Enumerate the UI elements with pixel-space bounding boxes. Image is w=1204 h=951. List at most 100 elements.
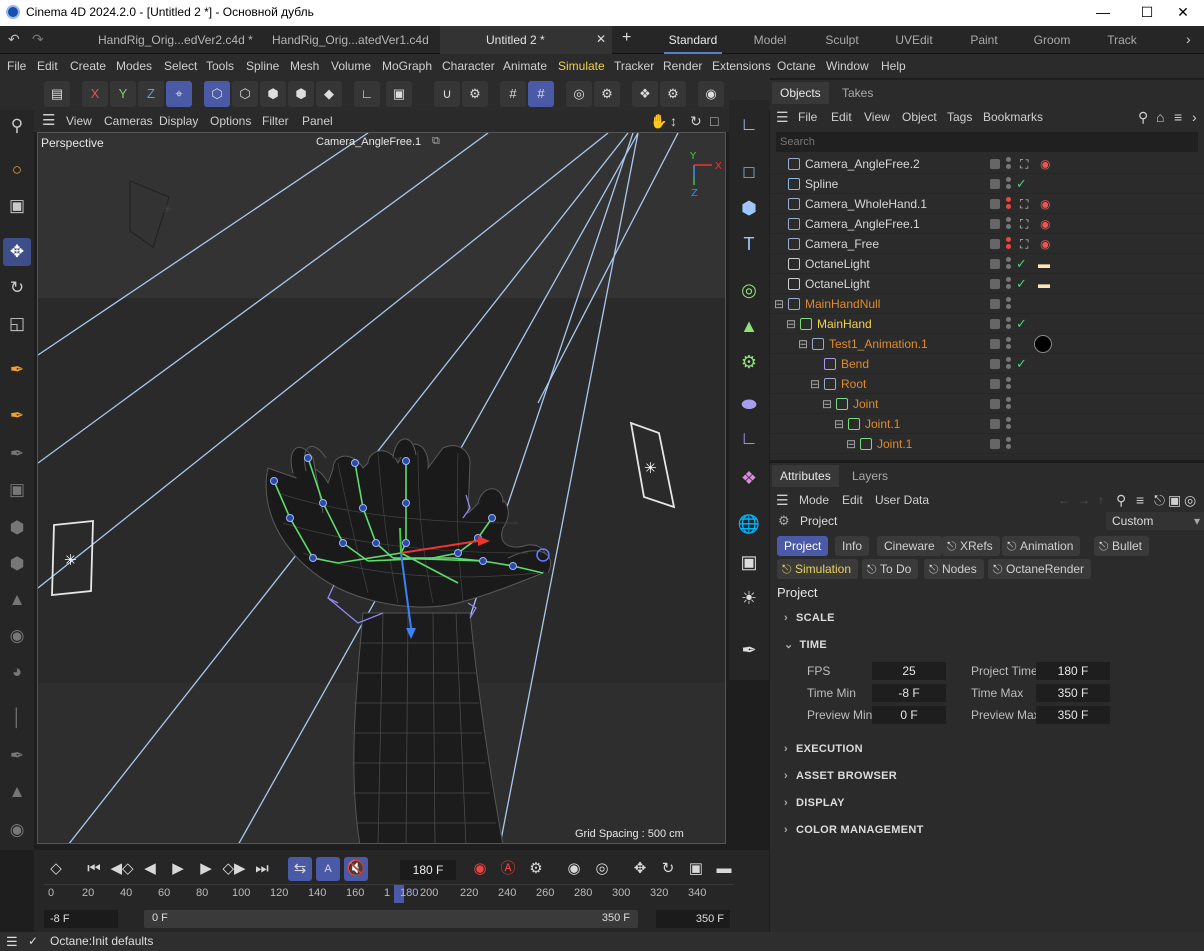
auto-key-mode-icon[interactable]: A (316, 857, 340, 881)
viewport-menu-display[interactable]: Display (159, 110, 198, 132)
time-min-field[interactable]: -8 F (872, 684, 946, 702)
box-select-icon[interactable]: ▣ (3, 192, 31, 220)
edit-tool-icon[interactable]: ✒ (733, 634, 765, 666)
time-max-field[interactable]: 350 F (1036, 684, 1110, 702)
polygons-mode-icon[interactable]: ⬢ (288, 81, 314, 107)
deformer-icon[interactable]: ⬬ (733, 388, 765, 420)
animation-tab-button[interactable]: ⎋ Animation (1002, 536, 1081, 556)
menu-tracker[interactable]: Tracker (614, 54, 654, 78)
camera-object-icon[interactable]: ▣ (733, 546, 765, 578)
menu-mograph[interactable]: MoGraph (382, 54, 432, 78)
select-tool-icon[interactable]: ○ (3, 156, 31, 184)
menu-edit[interactable]: Edit (37, 54, 58, 78)
menu-animate[interactable]: Animate (503, 54, 547, 78)
soft-selection-icon[interactable]: ◎ (566, 81, 592, 107)
object-mode-icon[interactable]: ▤ (44, 81, 70, 107)
previous-frame-icon[interactable]: ◀ (138, 857, 162, 881)
move-tool-icon[interactable]: ✥ (3, 238, 31, 266)
doc-tab-1[interactable]: HandRig_Orig...edVer2.c4d * (88, 26, 263, 54)
workplane-icon[interactable]: # (500, 81, 526, 107)
search-icon[interactable]: ⚲ (1138, 106, 1148, 128)
orbit-view-icon[interactable]: ↻ (690, 110, 702, 132)
object-row[interactable]: ⊟ Joint (770, 394, 1204, 414)
field-icon[interactable]: ∟ (733, 422, 765, 454)
camera-icon[interactable]: ◉ (3, 816, 31, 844)
object-row[interactable]: Camera_AngleFree.1 ⛶ ◉ (770, 214, 1204, 234)
object-row[interactable]: Camera_AngleFree.2 ⛶ ◉ (770, 154, 1204, 174)
autokey-icon[interactable]: Ⓐ (496, 857, 520, 881)
object-row[interactable]: Camera_Free ⛶ ◉ (770, 234, 1204, 254)
menu-select[interactable]: Select (164, 54, 197, 78)
mirror-icon[interactable]: │ (3, 704, 31, 732)
more-icon[interactable]: ◎ (1184, 489, 1196, 511)
filter-icon[interactable]: ≡ (1136, 489, 1144, 511)
axis-y-button[interactable]: Y (110, 81, 136, 107)
object-row[interactable]: ⊟ MainHandNull (770, 294, 1204, 314)
go-to-start-icon[interactable]: ⏮ (82, 857, 106, 881)
simulation-tab-button[interactable]: ⎋ Simulation (777, 559, 859, 579)
more-icon[interactable]: › (1192, 106, 1197, 128)
play-icon[interactable]: ▶ (166, 857, 190, 881)
objects-menu-tags[interactable]: Tags (947, 106, 972, 128)
undo-icon[interactable]: ↶ (8, 31, 20, 48)
record-position-icon[interactable]: ◎ (590, 857, 614, 881)
cube-icon[interactable]: ⬢ (3, 514, 31, 542)
attributes-menu-mode[interactable]: Mode (799, 489, 829, 511)
object-row[interactable]: Camera_WholeHand.1 ⛶ ◉ (770, 194, 1204, 214)
viewport-menu-panel[interactable]: Panel (302, 110, 333, 132)
search-icon[interactable]: ⚲ (3, 112, 31, 140)
paint-icon[interactable]: ✒ (3, 402, 31, 430)
viewport-menu-cameras[interactable]: Cameras (104, 110, 153, 132)
symmetry-icon[interactable]: ❖ (632, 81, 658, 107)
menu-render[interactable]: Render (663, 54, 702, 78)
object-row[interactable]: ⊟ Root (770, 374, 1204, 394)
menu-file[interactable]: File (7, 54, 26, 78)
doc-tab-2[interactable]: HandRig_Orig...atedVer1.c4d (262, 26, 439, 54)
spline-rectangle-icon[interactable]: □ (733, 156, 765, 188)
object-row[interactable]: ⊟ MainHand ✓ (770, 314, 1204, 334)
minimize-button[interactable]: — (1080, 0, 1126, 26)
objects-menu-edit[interactable]: Edit (831, 106, 852, 128)
cineware-tab-button[interactable]: Cineware (877, 536, 942, 556)
edges-mode-icon[interactable]: ⬢ (260, 81, 286, 107)
menu-mesh[interactable]: Mesh (290, 54, 319, 78)
xrefs-tab-button[interactable]: ⎋ XRefs (942, 536, 1000, 556)
objects-menu-icon[interactable]: ☰ (776, 106, 789, 128)
brush-icon[interactable]: ✒ (3, 742, 31, 770)
object-row[interactable]: Spline ✓ (770, 174, 1204, 194)
home-icon[interactable]: ⌂ (1156, 106, 1164, 128)
close-tab-icon[interactable]: ✕ (596, 32, 606, 46)
magnet-icon[interactable]: ◕ (3, 658, 31, 686)
object-row[interactable]: ⊟ Test1_Animation.1 (770, 334, 1204, 354)
preview-min-field[interactable]: 0 F (872, 706, 946, 724)
layout-uvedit[interactable]: UVEdit (888, 26, 940, 54)
project-tab-button[interactable]: Project (777, 536, 829, 556)
soft-selection-settings-icon[interactable]: ⚙ (594, 81, 620, 107)
null-object-icon[interactable]: ∟ (733, 108, 765, 140)
scale-key-icon[interactable]: ▣ (684, 857, 708, 881)
axis-z-button[interactable]: Z (138, 81, 164, 107)
objects-menu-bookmarks[interactable]: Bookmarks (983, 106, 1043, 128)
redo-icon[interactable]: ↷ (32, 31, 44, 48)
pan-view-icon[interactable]: ✋ (650, 110, 667, 132)
model-mode-icon[interactable]: ⬡ (204, 81, 230, 107)
nodes-tab-button[interactable]: ⎋ Nodes (924, 559, 984, 579)
attributes-menu-user-data[interactable]: User Data (875, 489, 929, 511)
layout-standard[interactable]: Standard (664, 26, 722, 54)
menu-tools[interactable]: Tools (206, 54, 234, 78)
tab-attributes[interactable]: Attributes (772, 465, 839, 487)
status-menu-icon[interactable]: ☰ (6, 932, 18, 951)
todo-tab-button[interactable]: ⎋ To Do (862, 559, 919, 579)
preset-dropdown[interactable]: Custom ▾ (1106, 512, 1204, 530)
object-row[interactable]: OctaneLight ✓ ▬ (770, 254, 1204, 274)
rotation-key-icon[interactable]: ↻ (656, 857, 680, 881)
menu-create[interactable]: Create (70, 54, 106, 78)
position-key-icon[interactable]: ✥ (628, 857, 652, 881)
end-frame-field[interactable]: 350 F (656, 910, 730, 928)
start-frame-field[interactable]: -8 F (44, 910, 118, 928)
axis-mode-icon[interactable]: ∟ (354, 81, 380, 107)
extrude-icon[interactable]: ▣ (3, 476, 31, 504)
key-settings-icon[interactable]: ⚙ (524, 857, 548, 881)
snap-settings-icon[interactable]: ⚙ (462, 81, 488, 107)
environment-icon[interactable]: 🌐 (733, 508, 765, 540)
